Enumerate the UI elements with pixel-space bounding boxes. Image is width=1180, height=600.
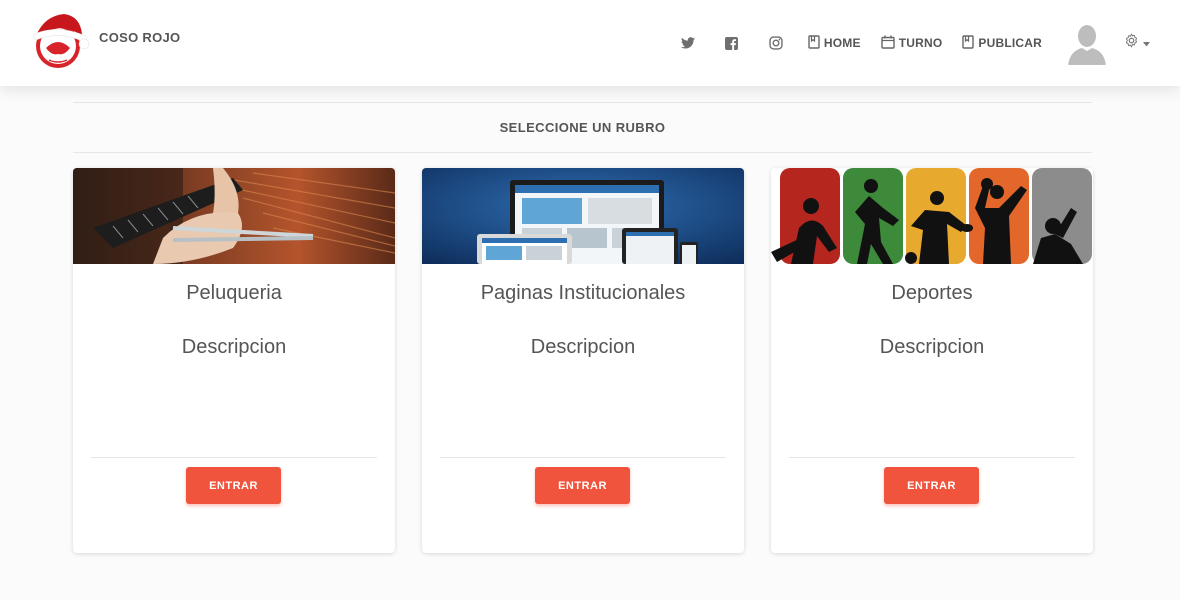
- category-card-peluqueria: Peluqueria Descripcion ENTRAR: [73, 168, 395, 553]
- bookmark-icon: [808, 34, 820, 52]
- sports-silhouettes-photo: [771, 168, 1093, 264]
- entrar-button[interactable]: ENTRAR: [535, 467, 630, 504]
- category-card-paginas-institucionales: Paginas Institucionales Descripcion ENTR…: [422, 168, 744, 553]
- gear-icon: [1124, 33, 1139, 53]
- card-description: Descripcion: [181, 336, 287, 358]
- section-header: SELECCIONE UN RUBRO: [73, 102, 1092, 153]
- calendar-icon: [881, 35, 895, 52]
- card-title: Paginas Institucionales: [480, 282, 686, 304]
- twitter-icon[interactable]: [666, 28, 710, 58]
- card-divider: [789, 457, 1075, 458]
- instagram-icon[interactable]: [754, 28, 798, 58]
- nav-publicar-link[interactable]: PUBLICAR: [952, 28, 1052, 58]
- entrar-button[interactable]: ENTRAR: [884, 467, 979, 504]
- nav-turno-link[interactable]: TURNO: [871, 28, 953, 58]
- brand-name[interactable]: COSO ROJO: [99, 30, 180, 45]
- bookmark-icon: [962, 34, 975, 52]
- card-title: Peluqueria: [186, 282, 282, 304]
- caret-down-icon: [1143, 34, 1150, 52]
- card-title: Deportes: [891, 282, 973, 304]
- nav-menu: HOME TURNO PUBLICAR: [666, 0, 1154, 86]
- card-divider: [91, 457, 377, 458]
- nav-publicar-label: PUBLICAR: [978, 36, 1042, 50]
- nav-home-link[interactable]: HOME: [798, 28, 871, 58]
- responsive-websites-photo: [422, 168, 744, 264]
- nav-turno-label: TURNO: [898, 36, 943, 50]
- facebook-icon[interactable]: [710, 28, 754, 58]
- brand[interactable]: COSO ROJO: [30, 10, 180, 72]
- haircut-photo: [73, 168, 395, 264]
- card-description: Descripcion: [530, 336, 636, 358]
- santa-hat-logo-icon[interactable]: [30, 10, 90, 72]
- top-navbar: COSO ROJO HOME TURNO PUBLICAR: [0, 0, 1180, 86]
- category-card-deportes: Deportes Descripcion ENTRAR: [771, 168, 1093, 553]
- nav-home-label: HOME: [823, 36, 861, 50]
- settings-dropdown[interactable]: [1120, 33, 1154, 53]
- entrar-button[interactable]: ENTRAR: [186, 467, 281, 504]
- user-avatar-icon[interactable]: [1066, 21, 1108, 65]
- card-divider: [440, 457, 726, 458]
- card-description: Descripcion: [879, 336, 985, 358]
- section-title: SELECCIONE UN RUBRO: [499, 120, 666, 135]
